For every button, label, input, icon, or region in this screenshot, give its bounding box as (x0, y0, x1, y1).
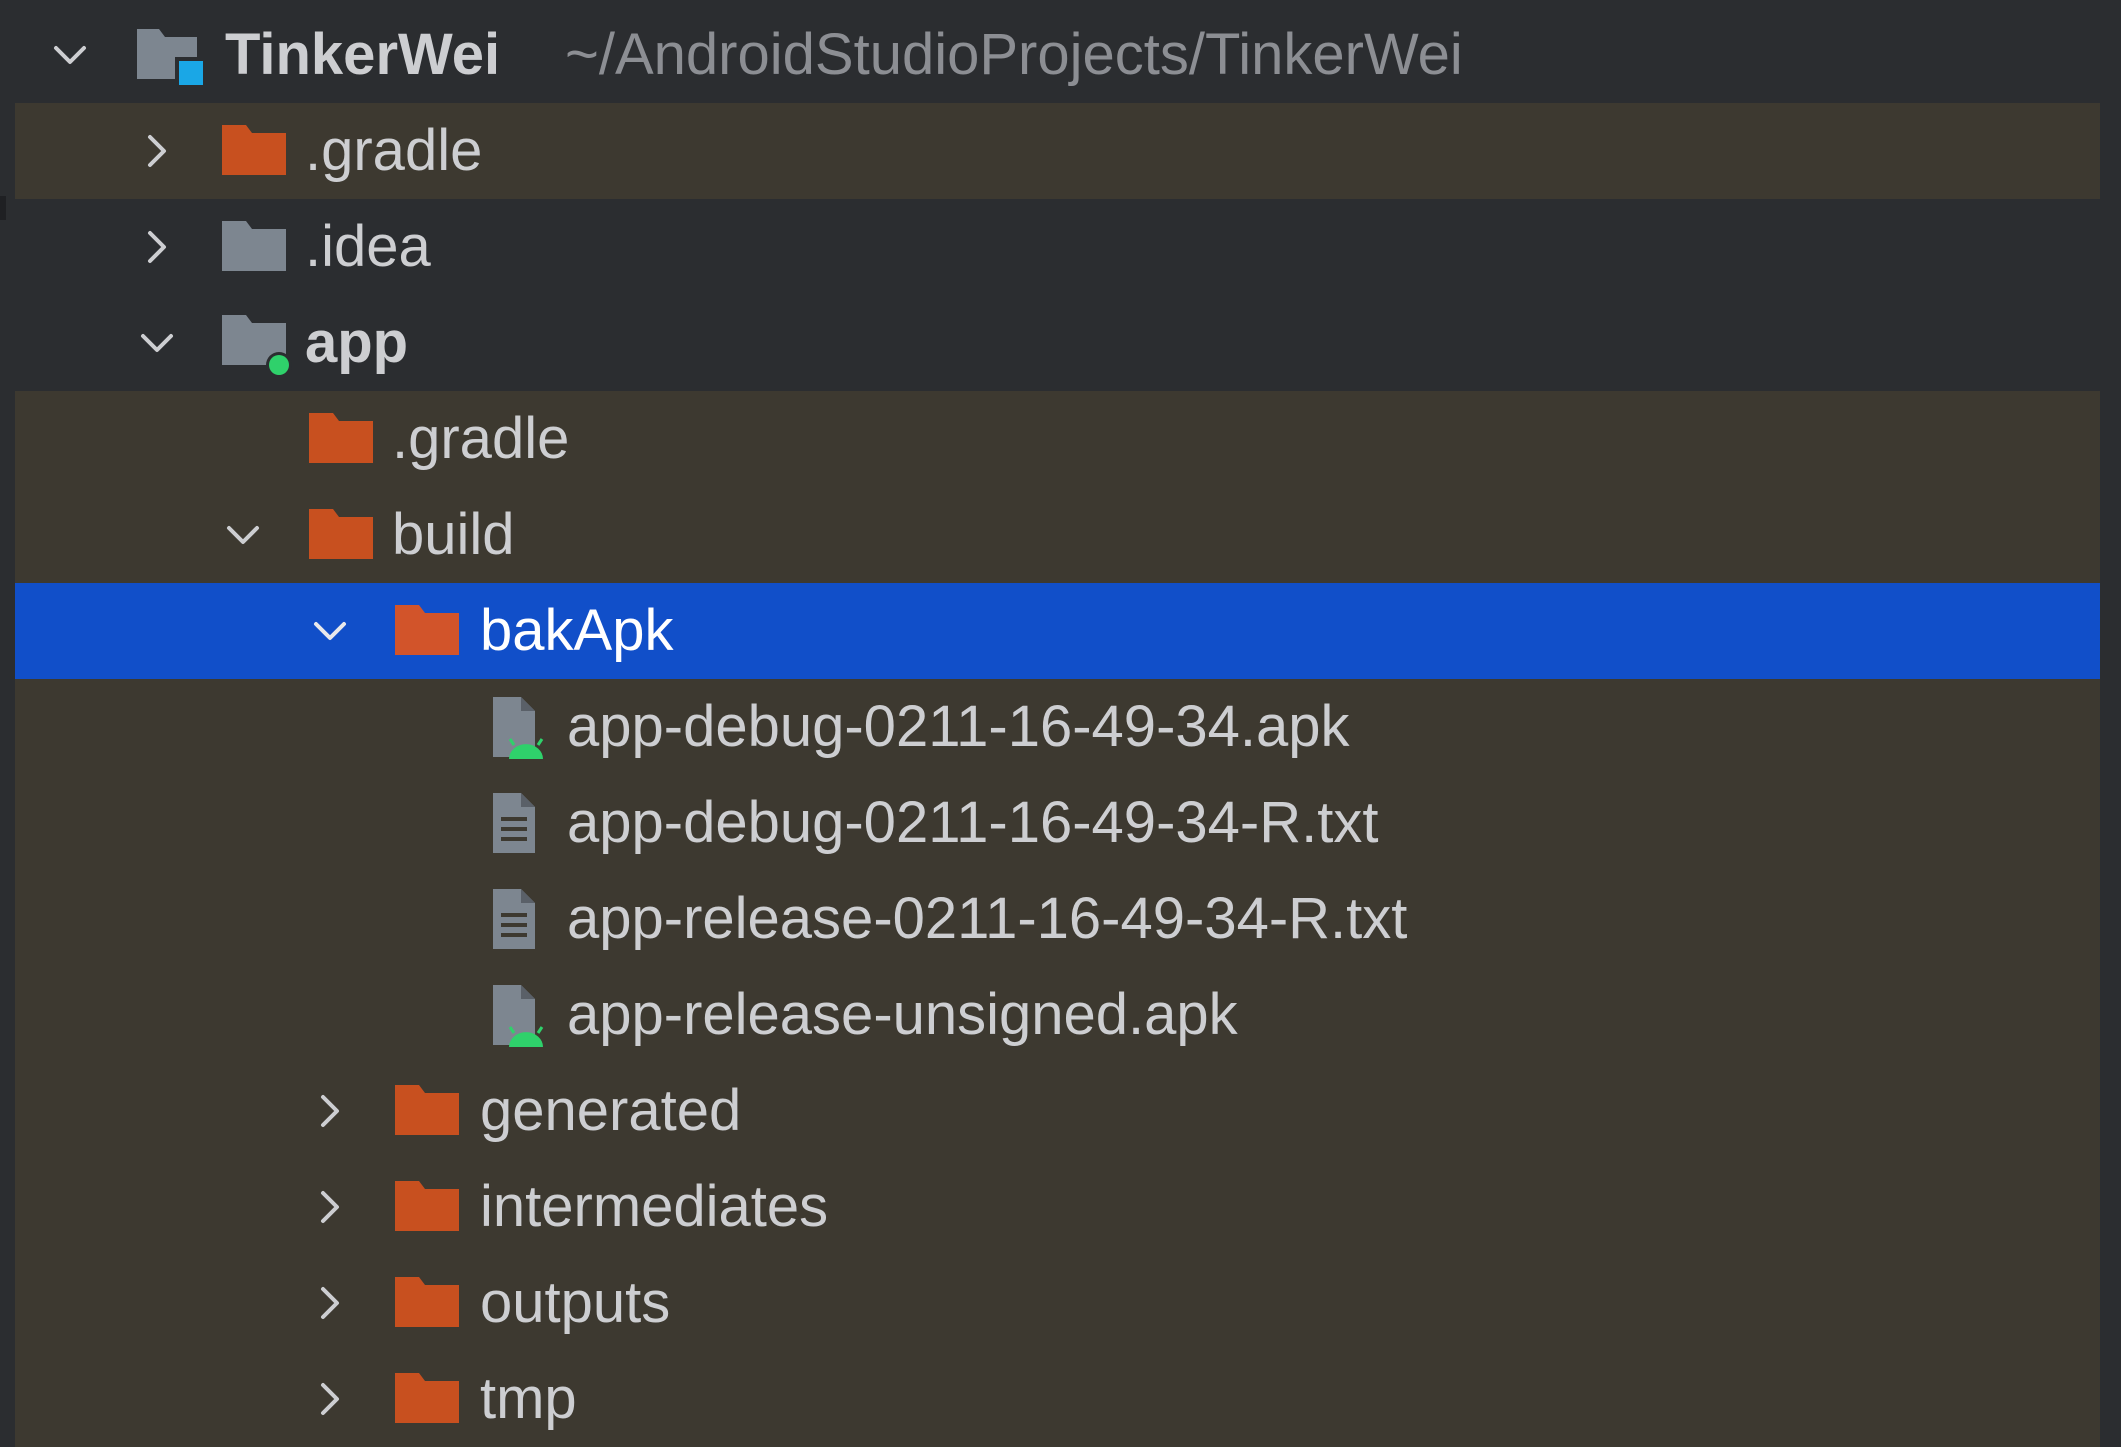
folder-icon (220, 219, 290, 279)
chevron-right-icon[interactable] (310, 1283, 350, 1323)
module-folder-icon (220, 313, 292, 377)
project-path: ~/AndroidStudioProjects/TinkerWei (565, 22, 1463, 87)
chevron-right-icon[interactable] (137, 131, 177, 171)
tree-row-idea[interactable]: .idea (15, 199, 2100, 295)
tree-row-file[interactable]: app-release-0211-16-49-34-R.txt (15, 871, 2100, 967)
text-file-icon (485, 885, 555, 949)
chevron-down-icon[interactable] (50, 35, 90, 75)
excluded-folder-icon (220, 123, 290, 183)
folder-label: intermediates (480, 1174, 829, 1239)
chevron-right-icon[interactable] (310, 1379, 350, 1419)
tree-row-app[interactable]: app (15, 295, 2100, 391)
project-name: TinkerWei (225, 22, 501, 87)
tool-window-edge (0, 0, 15, 1440)
tree-row-file[interactable]: app-release-unsigned.apk (15, 967, 2100, 1063)
file-label: app-release-unsigned.apk (567, 982, 1238, 1047)
tree-row-generated[interactable]: generated (15, 1063, 2100, 1159)
excluded-folder-icon (307, 507, 377, 567)
tree-row-gradle-root[interactable]: .gradle (15, 103, 2100, 199)
folder-label: generated (480, 1078, 742, 1143)
chevron-right-icon[interactable] (310, 1091, 350, 1131)
chevron-down-icon[interactable] (137, 323, 177, 363)
edge-marker (0, 196, 6, 220)
file-label: app-debug-0211-16-49-34.apk (567, 694, 1350, 759)
folder-label: tmp (480, 1366, 577, 1431)
tree-row-bakapk[interactable]: bakApk (15, 583, 2100, 679)
excluded-folder-icon (393, 1371, 463, 1431)
file-label: app-release-0211-16-49-34-R.txt (567, 886, 1408, 951)
chevron-right-icon[interactable] (310, 1187, 350, 1227)
folder-label: bakApk (480, 598, 674, 663)
tree-row-outputs[interactable]: outputs (15, 1255, 2100, 1351)
tree-row-tmp[interactable]: tmp (15, 1351, 2100, 1447)
file-label: app-debug-0211-16-49-34-R.txt (567, 790, 1379, 855)
excluded-folder-icon (393, 603, 463, 663)
apk-file-icon (485, 981, 555, 1047)
apk-file-icon (485, 693, 555, 759)
tree-row-app-gradle[interactable]: .gradle (15, 391, 2100, 487)
folder-label: outputs (480, 1270, 671, 1335)
tree-row-file[interactable]: app-debug-0211-16-49-34.apk (15, 679, 2100, 775)
project-folder-icon (135, 23, 205, 85)
excluded-folder-icon (393, 1275, 463, 1335)
folder-label: .gradle (392, 406, 570, 471)
folder-label: .gradle (305, 118, 483, 183)
chevron-right-icon[interactable] (137, 227, 177, 267)
tree-row-intermediates[interactable]: intermediates (15, 1159, 2100, 1255)
tree-row-file[interactable]: app-debug-0211-16-49-34-R.txt (15, 775, 2100, 871)
tree-row-build[interactable]: build (15, 487, 2100, 583)
module-label: app (305, 310, 409, 375)
chevron-down-icon[interactable] (223, 515, 263, 555)
project-tree[interactable]: TinkerWei ~/AndroidStudioProjects/Tinker… (15, 0, 2100, 1447)
excluded-folder-icon (307, 411, 377, 471)
tree-row-project-root[interactable]: TinkerWei ~/AndroidStudioProjects/Tinker… (15, 7, 2100, 103)
folder-label: .idea (305, 214, 431, 279)
folder-label: build (392, 502, 515, 567)
chevron-down-icon[interactable] (310, 611, 350, 651)
excluded-folder-icon (393, 1179, 463, 1239)
excluded-folder-icon (393, 1083, 463, 1143)
text-file-icon (485, 789, 555, 853)
